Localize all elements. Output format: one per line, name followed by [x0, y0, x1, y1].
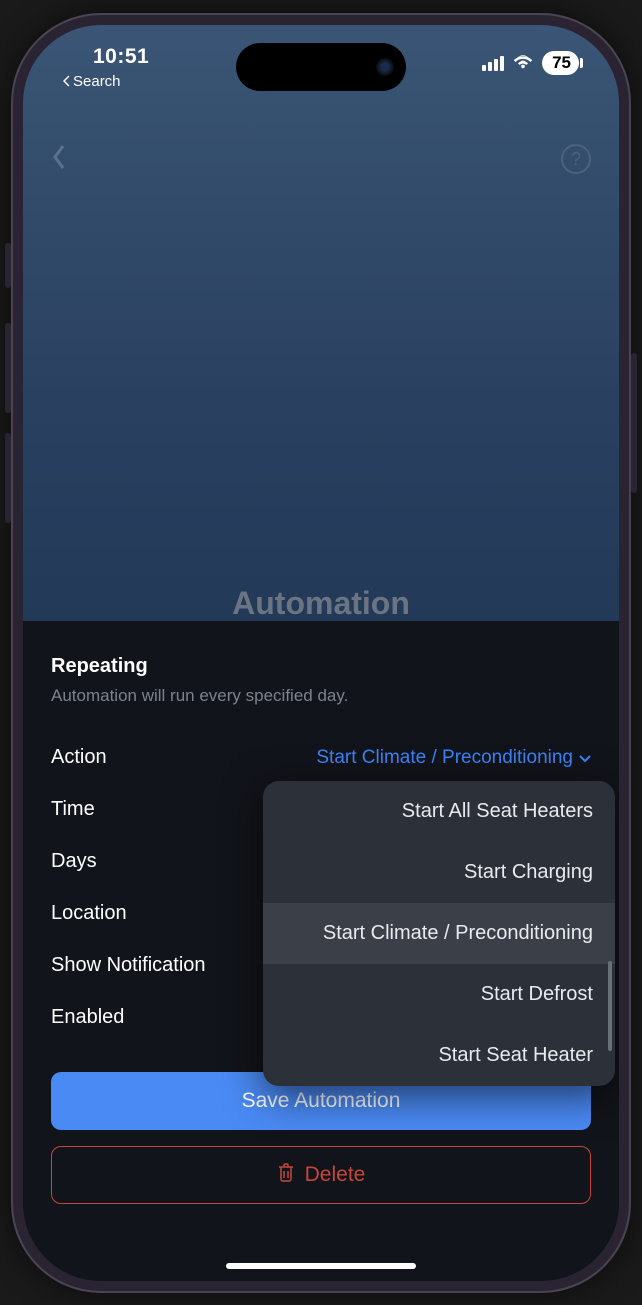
- action-dropdown-menu: Start All Seat Heaters Start Charging St…: [263, 781, 615, 1086]
- row-label: Location: [51, 902, 127, 925]
- delete-button-label: Delete: [305, 1163, 366, 1187]
- dropdown-option[interactable]: Start Defrost: [263, 964, 615, 1025]
- section-title: Repeating: [51, 655, 591, 678]
- help-button[interactable]: ?: [561, 144, 591, 174]
- row-action[interactable]: Action Start Climate / Preconditioning: [51, 732, 591, 784]
- scrollbar[interactable]: [608, 961, 612, 1051]
- section-subtitle: Automation will run every specified day.: [51, 686, 591, 706]
- row-label: Show Notification: [51, 954, 206, 977]
- automation-sheet: Repeating Automation will run every spec…: [23, 621, 619, 1281]
- wifi-icon: [512, 51, 534, 74]
- physical-volume-up: [5, 323, 11, 413]
- delete-button[interactable]: Delete: [51, 1146, 591, 1204]
- dropdown-option-selected[interactable]: Start Climate / Preconditioning: [263, 903, 615, 964]
- dropdown-option[interactable]: Start All Seat Heaters: [263, 781, 615, 842]
- physical-silent-switch: [5, 243, 11, 288]
- screen: 10:51 Search 75: [23, 25, 619, 1281]
- row-label: Enabled: [51, 1006, 124, 1029]
- chevron-left-icon: [51, 143, 67, 171]
- breadcrumb-back[interactable]: Search: [63, 73, 149, 90]
- dropdown-option[interactable]: Start Seat Heater: [263, 1025, 615, 1086]
- dropdown-option[interactable]: Start Charging: [263, 842, 615, 903]
- battery-indicator: 75: [542, 51, 579, 75]
- dynamic-island: [236, 43, 406, 91]
- row-action-value[interactable]: Start Climate / Preconditioning: [316, 747, 591, 769]
- action-value-text: Start Climate / Preconditioning: [316, 747, 573, 769]
- physical-volume-down: [5, 433, 11, 523]
- row-label: Time: [51, 798, 95, 821]
- breadcrumb-back-label: Search: [73, 73, 121, 90]
- chevron-left-icon: [63, 75, 71, 87]
- row-label: Action: [51, 746, 107, 769]
- cellular-signal-icon: [482, 55, 504, 71]
- chevron-down-icon: [579, 747, 591, 769]
- row-label: Days: [51, 850, 97, 873]
- nav-back-button[interactable]: [51, 143, 67, 176]
- nav-bar: ?: [23, 143, 619, 176]
- status-time: 10:51: [93, 45, 149, 69]
- physical-power-button: [631, 353, 637, 493]
- phone-frame: 10:51 Search 75: [11, 13, 631, 1293]
- question-mark-icon: ?: [571, 149, 581, 170]
- battery-level: 75: [552, 53, 571, 73]
- trash-icon: [277, 1162, 295, 1188]
- page-title: Automation: [23, 585, 619, 622]
- home-indicator[interactable]: [226, 1263, 416, 1269]
